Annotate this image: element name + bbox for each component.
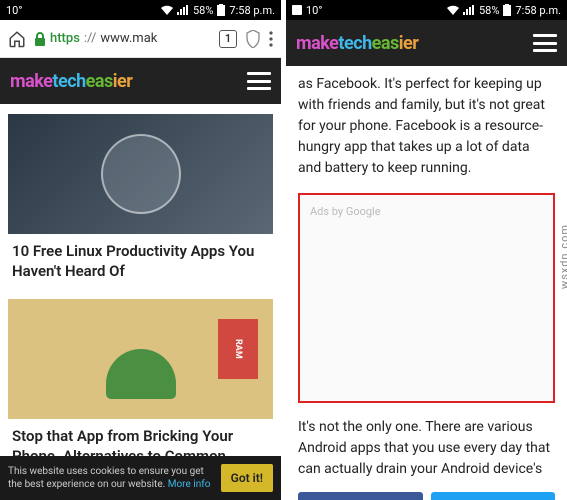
watermark: wsxdn.com xyxy=(558,224,567,289)
battery-icon xyxy=(217,4,225,16)
status-temp: 10° xyxy=(306,4,322,17)
browser-address-bar: https :// www.mak 1 xyxy=(0,20,281,58)
hamburger-icon[interactable] xyxy=(533,34,557,52)
status-temp: 10° xyxy=(6,4,22,17)
card-image xyxy=(8,114,273,234)
brave-icon[interactable] xyxy=(245,30,261,48)
site-header: maketecheasier xyxy=(0,58,281,104)
more-info-link[interactable]: More info xyxy=(168,479,211,490)
left-screenshot: 10° 58% 7:58 p.m. https :// www.mak 1 make… xyxy=(0,0,281,500)
app-icon xyxy=(292,5,302,15)
status-time: 7:58 p.m. xyxy=(515,4,561,17)
tab-count[interactable]: 1 xyxy=(219,30,237,48)
status-bar: 10° 58% 7:58 p.m. xyxy=(286,0,567,20)
url-sep: :// xyxy=(84,31,96,46)
twitter-share-button[interactable]: Tweet xyxy=(431,492,556,500)
wifi-icon xyxy=(161,5,173,15)
site-logo[interactable]: maketecheasier xyxy=(10,71,132,92)
menu-dots-icon[interactable] xyxy=(269,31,273,47)
status-bar: 10° 58% 7:58 p.m. xyxy=(0,0,281,20)
site-header: maketecheasier xyxy=(286,20,567,66)
url-field[interactable]: https :// www.mak xyxy=(34,31,211,46)
url-host: www.mak xyxy=(100,31,157,46)
signal-icon xyxy=(463,5,475,15)
wifi-icon xyxy=(447,5,459,15)
cookie-text: This website uses cookies to ensure you … xyxy=(8,465,213,491)
cookie-banner: This website uses cookies to ensure you … xyxy=(0,456,281,500)
card-title: 10 Free Linux Productivity Apps You Have… xyxy=(8,234,273,289)
share-buttons: Share Tweet xyxy=(286,488,567,500)
url-scheme: https xyxy=(50,31,80,46)
status-battery: 58% xyxy=(193,4,213,17)
article-card[interactable]: 10 Free Linux Productivity Apps You Have… xyxy=(8,114,273,289)
ad-placeholder[interactable]: Ads by Google xyxy=(298,193,555,403)
battery-icon xyxy=(503,4,511,16)
hamburger-icon[interactable] xyxy=(247,72,271,90)
lock-icon xyxy=(34,32,46,46)
signal-icon xyxy=(177,5,189,15)
home-icon[interactable] xyxy=(8,30,26,48)
status-time: 7:58 p.m. xyxy=(229,4,275,17)
got-it-button[interactable]: Got it! xyxy=(221,464,273,492)
right-screenshot: wsxdn.com 10° 58% 7:58 p.m. maketecheasi… xyxy=(286,0,567,500)
ram-chip: RAM xyxy=(218,319,258,379)
card-image: RAM xyxy=(8,299,273,419)
article-paragraph: It's not the only one. There are various… xyxy=(286,409,567,488)
article-paragraph: as Facebook. It's perfect for keeping up… xyxy=(286,66,567,187)
page-content: 10 Free Linux Productivity Apps You Have… xyxy=(0,104,281,500)
facebook-share-button[interactable]: Share xyxy=(298,492,423,500)
status-battery: 58% xyxy=(479,4,499,17)
site-logo[interactable]: maketecheasier xyxy=(296,33,418,54)
ad-label: Ads by Google xyxy=(310,205,381,218)
page-content: as Facebook. It's perfect for keeping up… xyxy=(286,66,567,500)
